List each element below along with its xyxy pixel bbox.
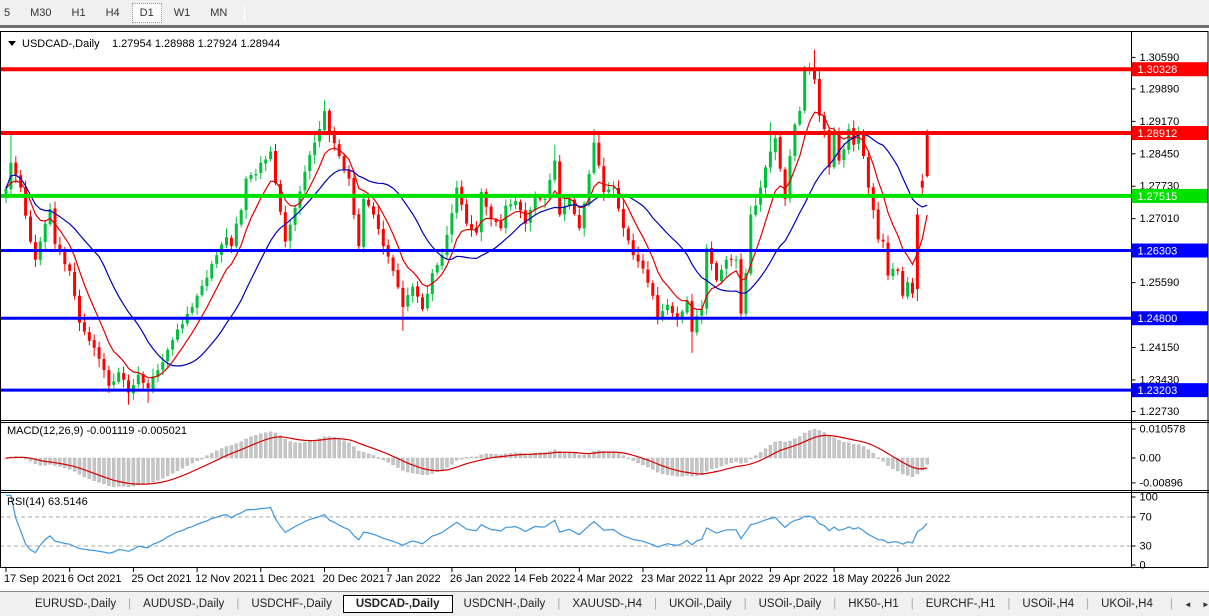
tab-audusd-daily[interactable]: AUDUSD-,Daily	[132, 595, 235, 613]
trading-app-window: 5M30H1H4D1W1MN 1.305901.298901.291701.28…	[0, 0, 1209, 616]
tab-usdchf-daily[interactable]: USDCHF-,Daily	[240, 595, 343, 613]
tab-eurusd-daily[interactable]: EURUSD-,Daily	[24, 595, 127, 613]
timeframe-button-H4[interactable]: H4	[98, 3, 128, 23]
symbol-tabbar: EURUSD-,Daily|AUDUSD-,Daily|USDCHF-,Dail…	[0, 591, 1209, 616]
tab-usoil-h4[interactable]: USOil-,H4	[1011, 595, 1085, 613]
tab-eurchf-h1[interactable]: EURCHF-,H1	[915, 595, 1007, 613]
svg-text:14 Feb 2022: 14 Feb 2022	[514, 573, 576, 585]
svg-text:12 Nov 2021: 12 Nov 2021	[195, 573, 257, 585]
svg-text:1.29890: 1.29890	[1140, 83, 1180, 95]
svg-text:4 Mar 2022: 4 Mar 2022	[577, 573, 633, 585]
svg-text:1.23203: 1.23203	[1138, 385, 1178, 397]
svg-text:6 Oct 2021: 6 Oct 2021	[68, 573, 122, 585]
tabbar-scroll-arrows: |◄►	[1164, 598, 1209, 610]
svg-text:1.30328: 1.30328	[1138, 64, 1178, 76]
tab-usdcnh-daily[interactable]: USDCNH-,Daily	[453, 595, 557, 613]
tab-ukoil-h4[interactable]: UKOil-,H4	[1090, 595, 1164, 613]
chart-symbol-title: USDCAD-,Daily	[22, 38, 100, 50]
axis-badge-resistance-lower: 1.28912	[1132, 126, 1208, 140]
svg-text:70: 70	[1140, 512, 1152, 524]
svg-text:30: 30	[1140, 541, 1152, 553]
svg-text:1.26303: 1.26303	[1138, 246, 1178, 258]
rsi-label: RSI(14) 63.5146	[7, 496, 88, 508]
timeframe-button-D1[interactable]: D1	[132, 3, 162, 23]
tabs-scroll-right-icon[interactable]: ►	[1197, 600, 1209, 609]
svg-text:1.28450: 1.28450	[1140, 148, 1180, 160]
toolbar-separator	[244, 4, 245, 21]
svg-text:1.30590: 1.30590	[1140, 52, 1180, 64]
tab-xauusd-h4[interactable]: XAUUSD-,H4	[561, 595, 653, 613]
svg-text:20 Dec 2021: 20 Dec 2021	[323, 573, 385, 585]
svg-text:1 Dec 2021: 1 Dec 2021	[259, 573, 315, 585]
tab-ukoil-daily[interactable]: UKOil-,Daily	[658, 595, 743, 613]
svg-text:7 Jan 2022: 7 Jan 2022	[386, 573, 440, 585]
svg-text:6 Jun 2022: 6 Jun 2022	[896, 573, 950, 585]
chart-ohlc-values: 1.27954 1.28988 1.27924 1.28944	[112, 38, 280, 50]
svg-text:-0.00896: -0.00896	[1140, 477, 1183, 489]
tab-usdcad-daily[interactable]: USDCAD-,Daily	[343, 595, 453, 613]
svg-text:1.24150: 1.24150	[1140, 342, 1180, 354]
timeframe-button-M30[interactable]: M30	[22, 3, 59, 23]
axis-badge-pivot-green: 1.27515	[1132, 189, 1208, 203]
axis-badge-support-1: 1.26303	[1132, 244, 1208, 258]
svg-text:25 Oct 2021: 25 Oct 2021	[131, 573, 191, 585]
tabs-scroll-left-icon[interactable]: ◄	[1179, 600, 1197, 609]
svg-text:1.24800: 1.24800	[1138, 313, 1178, 325]
tab-usoil-daily[interactable]: USOil-,Daily	[748, 595, 833, 613]
svg-text:0.010578: 0.010578	[1140, 424, 1186, 436]
svg-text:18 May 2022: 18 May 2022	[832, 573, 896, 585]
tab-hk50-h1[interactable]: HK50-,H1	[837, 595, 910, 613]
svg-text:26 Jan 2022: 26 Jan 2022	[450, 573, 511, 585]
svg-text:1.28912: 1.28912	[1138, 128, 1178, 140]
tab-separator: |	[1164, 598, 1179, 610]
chart-canvas[interactable]: 1.305901.298901.291701.284501.277301.270…	[0, 0, 1209, 616]
chart-background	[0, 31, 1209, 591]
timeframe-button-5[interactable]: 5	[0, 3, 18, 23]
macd-label: MACD(12,26,9) -0.001119 -0.005021	[7, 425, 187, 437]
svg-text:29 Apr 2022: 29 Apr 2022	[768, 573, 827, 585]
axis-badge-resistance-upper: 1.30328	[1132, 62, 1208, 76]
svg-text:0: 0	[1140, 560, 1146, 572]
timeframe-button-MN[interactable]: MN	[202, 3, 235, 23]
svg-text:100: 100	[1140, 492, 1158, 504]
svg-text:1.27515: 1.27515	[1138, 191, 1178, 203]
svg-text:1.22730: 1.22730	[1140, 406, 1180, 418]
axis-badge-support-2: 1.24800	[1132, 311, 1208, 325]
axis-badge-support-3: 1.23203	[1132, 383, 1208, 397]
svg-text:11 Apr 2022: 11 Apr 2022	[705, 573, 764, 585]
svg-text:0.00: 0.00	[1140, 453, 1161, 465]
svg-text:17 Sep 2021: 17 Sep 2021	[4, 573, 66, 585]
timeframe-toolbar: 5M30H1H4D1W1MN	[0, 0, 1209, 28]
svg-text:23 Mar 2022: 23 Mar 2022	[641, 573, 703, 585]
svg-text:1.27010: 1.27010	[1140, 213, 1180, 225]
timeframe-button-W1[interactable]: W1	[166, 3, 199, 23]
svg-text:1.25590: 1.25590	[1140, 277, 1180, 289]
timeframe-button-H1[interactable]: H1	[64, 3, 94, 23]
